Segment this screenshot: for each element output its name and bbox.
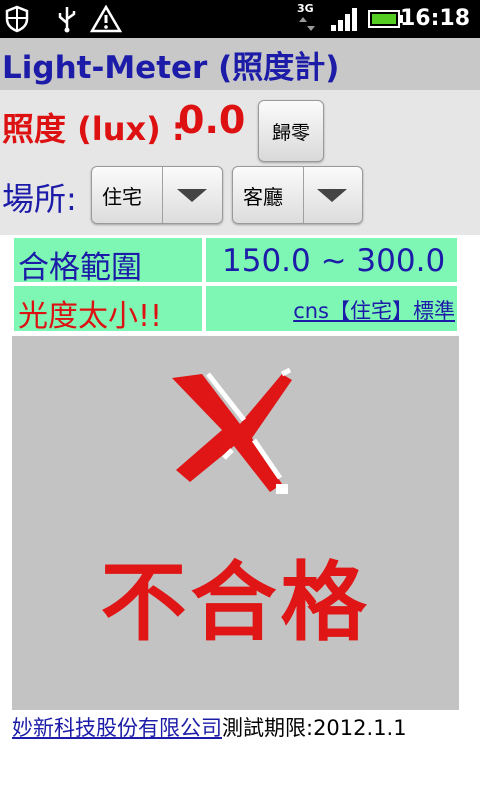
illuminance-row: 照度 (lux) : 0.0 歸零 [0,90,480,164]
warning-icon [89,4,123,37]
result-text: 光度太小!! [18,299,163,334]
dropdown-divider [303,167,304,223]
illuminance-label: 照度 (lux) : [2,110,185,148]
app-title: Light-Meter (照度計) [2,50,340,86]
range-value: 150.0 ~ 300.0 [222,243,446,279]
chevron-down-icon [177,189,207,202]
standard-link-cell: cns【住宅】標準 [206,286,457,331]
standard-link[interactable]: cns【住宅】標準 [293,295,455,325]
network-type-icon: 3G [297,2,314,15]
fail-cross-icon [172,367,292,494]
signal-strength-icon [330,7,360,35]
result-image: 不合格 [12,336,459,710]
place-category-dropdown[interactable]: 住宅 [91,166,223,224]
footer: 妙新科技股份有限公司測試期限:2012.1.1 [12,712,472,742]
result-text-cell: 光度太小!! [14,286,202,334]
title-bar: Light-Meter (照度計) [0,38,480,90]
place-category-value: 住宅 [102,185,142,209]
range-label: 合格範圍 [18,250,142,286]
usb-icon [55,5,79,37]
room-value: 客廳 [243,185,283,209]
range-value-cell: 150.0 ~ 300.0 [206,238,457,282]
room-dropdown[interactable]: 客廳 [232,166,363,224]
dropdown-divider [162,167,163,223]
expiry-text: 測試期限:2012.1.1 [222,716,407,740]
zero-button[interactable]: 歸零 [258,100,324,162]
data-arrows-icon [297,16,317,36]
chevron-down-icon [317,189,347,202]
result-table: 合格範圍 150.0 ~ 300.0 光度太小!! cns【住宅】標準 [12,236,459,334]
fail-text: 不合格 [100,552,371,653]
battery-icon [368,9,404,33]
controls-panel: 照度 (lux) : 0.0 歸零 場所: 住宅 客廳 [0,90,480,235]
company-link[interactable]: 妙新科技股份有限公司 [12,716,222,740]
clock: 16:18 [399,6,470,31]
range-label-cell: 合格範圍 [14,238,202,286]
place-label: 場所: [2,180,77,218]
shield-icon [4,5,30,37]
illuminance-value: 0.0 [178,98,246,142]
status-bar: 3G 16:18 [0,0,480,38]
